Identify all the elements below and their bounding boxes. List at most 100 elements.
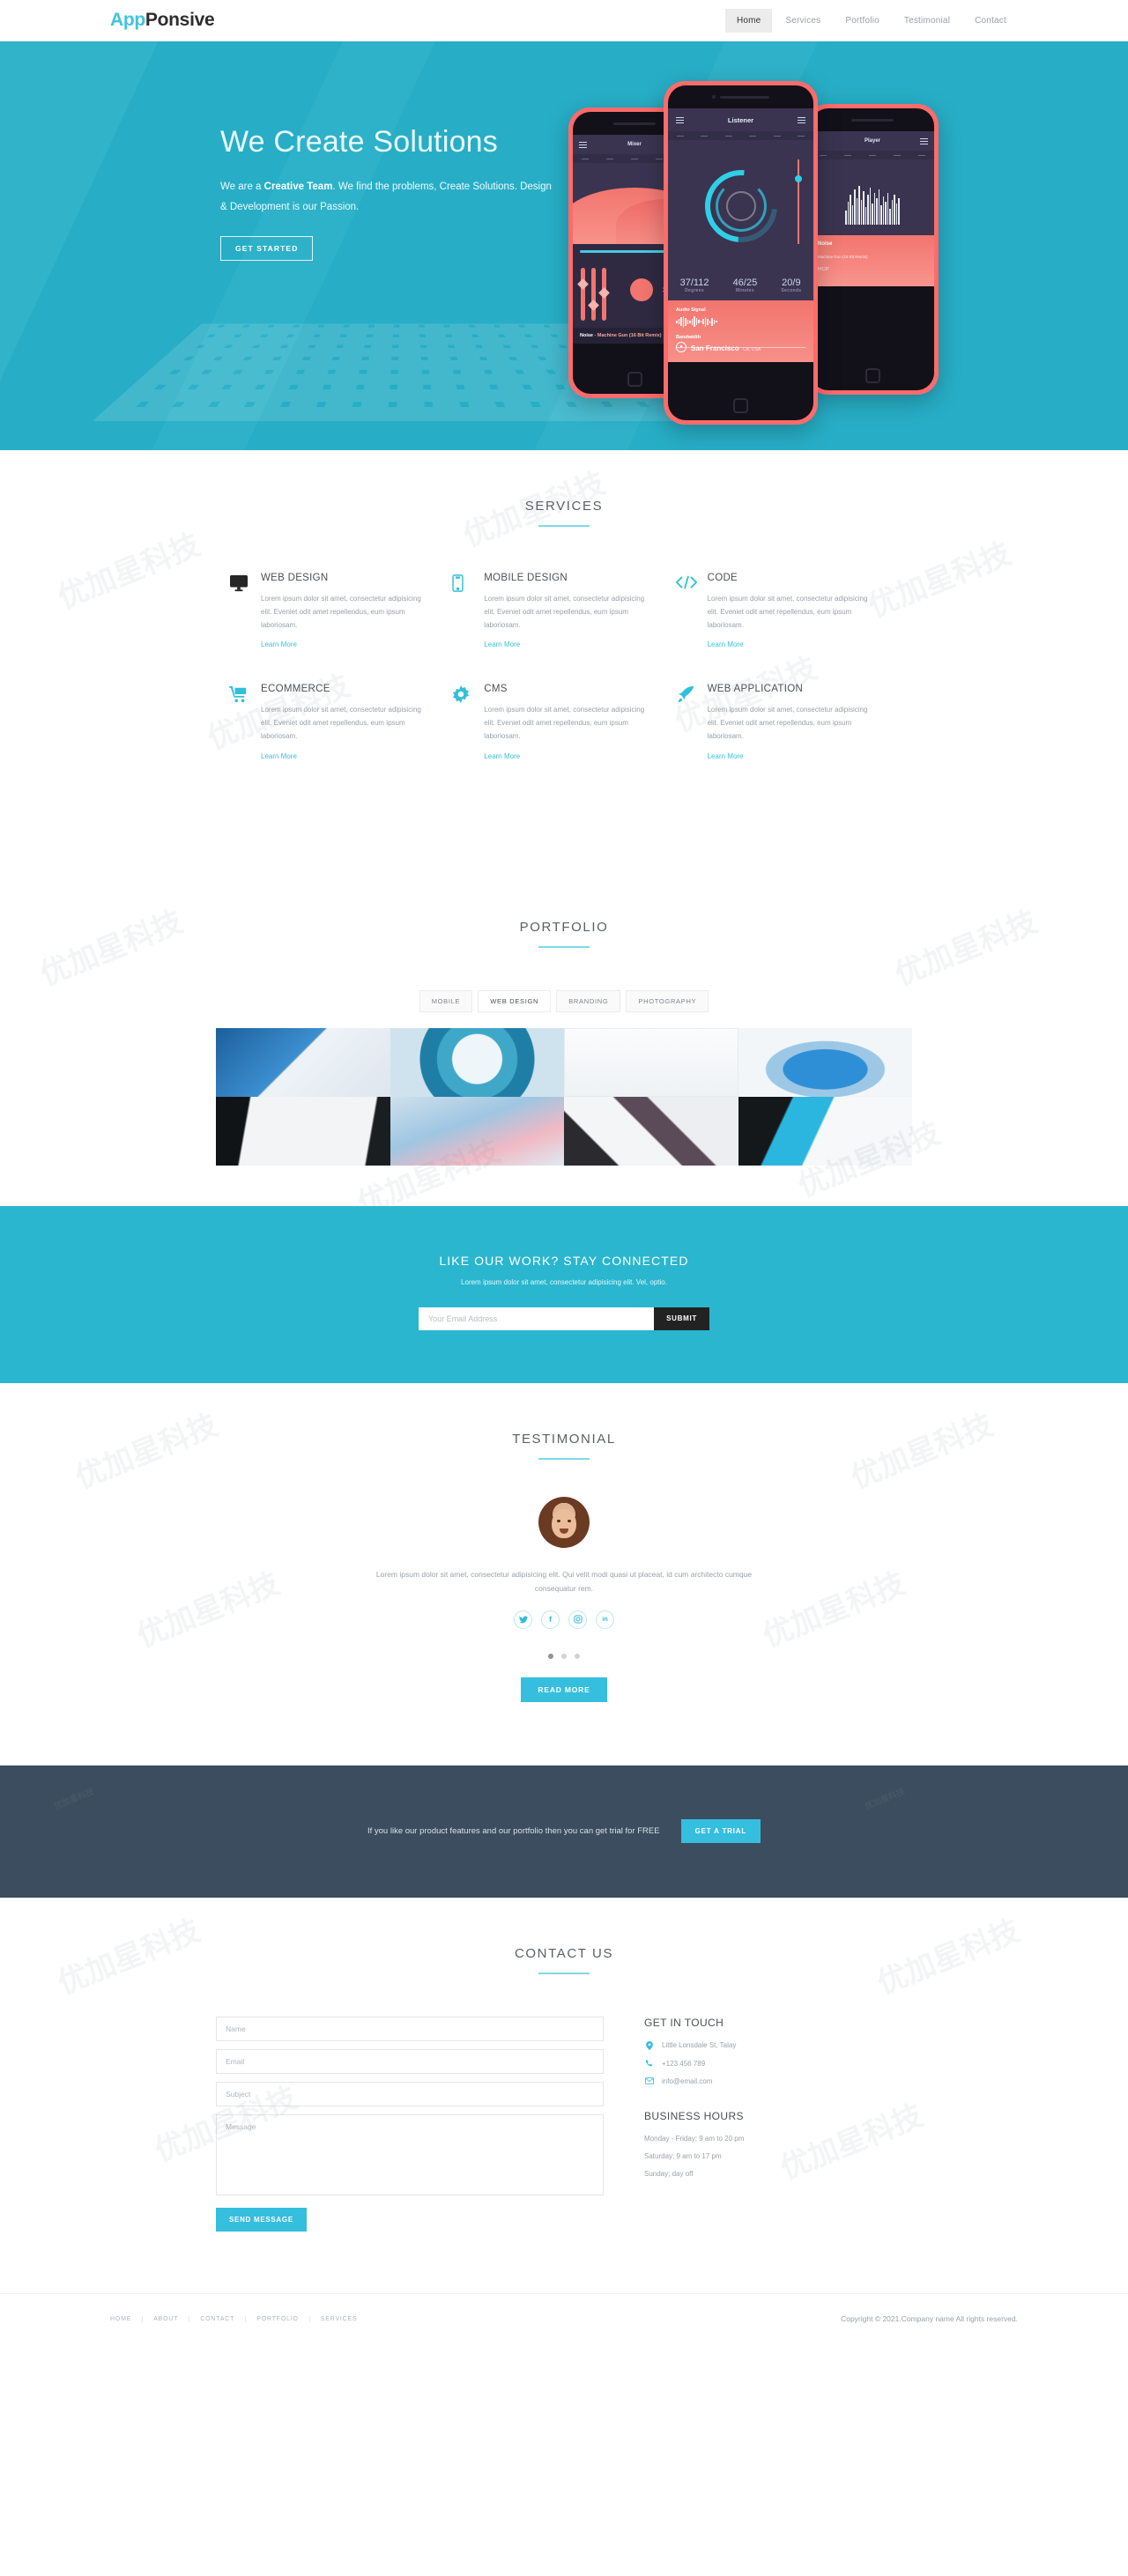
- carousel-dot[interactable]: [575, 1653, 580, 1659]
- site-footer: HOME ABOUT CONTACT PORTFOLIO SERVICES Co…: [0, 2292, 1128, 2344]
- get-started-button[interactable]: GET STARTED: [220, 235, 314, 261]
- instagram-icon[interactable]: [568, 1610, 587, 1629]
- service-card-mobile-design: MOBILE DESIGN Lorem ipsum dolor sit amet…: [452, 573, 675, 651]
- message-textarea[interactable]: [216, 2113, 604, 2195]
- nav-item-testimonial[interactable]: Testimonial: [893, 9, 961, 33]
- service-body: Lorem ipsum dolor sit amet, consectetur …: [261, 706, 421, 740]
- facebook-icon[interactable]: f: [541, 1610, 560, 1629]
- email-input[interactable]: [216, 2048, 604, 2074]
- filter-mobile[interactable]: MOBILE: [419, 989, 473, 1012]
- monitor-icon: [229, 573, 250, 651]
- cart-icon: [229, 684, 250, 762]
- site-logo[interactable]: AppPonsive: [110, 10, 215, 31]
- learn-more-link[interactable]: Learn More: [484, 640, 520, 648]
- stat-label-minutes: Minutes: [735, 288, 754, 293]
- email-input[interactable]: [419, 1307, 655, 1330]
- hours-saturday: Saturday; 9 am to 17 pm: [644, 2151, 722, 2160]
- name-input[interactable]: [216, 2016, 604, 2041]
- phone-left-track-sub: - Machine Gun (16 Bit Remix): [594, 333, 662, 338]
- list-icon: [919, 137, 928, 144]
- service-title: MOBILE DESIGN: [484, 573, 568, 583]
- linkedin-icon[interactable]: in: [596, 1610, 614, 1629]
- service-card-web-application: WEB APPLICATION Lorem ipsum dolor sit am…: [676, 684, 899, 762]
- address-text: Little Lonsdale St, Talay: [662, 2041, 737, 2050]
- learn-more-link[interactable]: Learn More: [484, 752, 520, 760]
- learn-more-link[interactable]: Learn More: [261, 640, 297, 648]
- testimonial-title: TESTIMONIAL: [512, 1431, 616, 1447]
- read-more-button[interactable]: READ MORE: [521, 1677, 607, 1702]
- stat-label-seconds: Seconds: [781, 288, 802, 293]
- footer-link-home[interactable]: HOME: [110, 2315, 144, 2322]
- email-text: info@email.com: [662, 2076, 713, 2085]
- portfolio-item[interactable]: [564, 1096, 738, 1166]
- portfolio-item[interactable]: [216, 1096, 390, 1166]
- learn-more-link[interactable]: Learn More: [708, 752, 744, 760]
- nav-item-portfolio[interactable]: Portfolio: [834, 9, 891, 33]
- section-rule: [538, 1972, 590, 1974]
- testimonial-quote: Lorem ipsum dolor sit amet, consectetur …: [375, 1569, 753, 1594]
- page-root: AppPonsive Home Services Portfolio Testi…: [0, 0, 1128, 2344]
- nav-item-services[interactable]: Services: [774, 9, 832, 33]
- location-pin-icon: ●: [676, 342, 686, 352]
- phone-right-track: Noise: [818, 241, 833, 247]
- contact-info: GET IN TOUCH Little Lonsdale St, Talay +…: [644, 2017, 744, 2232]
- portfolio-item[interactable]: [390, 1027, 564, 1097]
- carousel-dot[interactable]: [561, 1653, 567, 1659]
- filter-branding[interactable]: BRANDING: [556, 989, 621, 1012]
- nav-item-contact[interactable]: Contact: [963, 9, 1018, 33]
- phone-center-city-sub: CA, USA: [743, 347, 761, 352]
- filter-web-design[interactable]: WEB DESIGN: [478, 989, 552, 1012]
- stat-value-degrees: 37/112: [679, 278, 709, 288]
- gear-icon: [452, 684, 473, 762]
- send-message-button[interactable]: SEND MESSAGE: [216, 2207, 307, 2232]
- subject-input[interactable]: [216, 2081, 604, 2106]
- radial-chart: [668, 140, 813, 272]
- get-a-trial-button[interactable]: GET A TRIAL: [680, 1819, 761, 1844]
- portfolio-item[interactable]: [738, 1096, 912, 1166]
- address-line: Little Lonsdale St, Talay: [644, 2040, 744, 2050]
- newsletter-form: SUBMIT: [419, 1307, 709, 1330]
- service-title: ECOMMERCE: [261, 684, 330, 695]
- footer-link-services[interactable]: SERVICES: [310, 2316, 368, 2322]
- services-title: SERVICES: [524, 499, 604, 514]
- service-title: CODE: [707, 573, 738, 583]
- stat-value-minutes: 46/25: [732, 278, 758, 288]
- stat-value-seconds: 20/9: [782, 278, 801, 288]
- contact-form: SEND MESSAGE: [216, 2016, 604, 2232]
- contact-title: CONTACT US: [514, 1945, 614, 1961]
- hero-section: We Create Solutions We are a Creative Te…: [0, 41, 1128, 450]
- footer-link-about[interactable]: ABOUT: [143, 2315, 190, 2322]
- portfolio-item[interactable]: [738, 1027, 912, 1097]
- footer-nav: HOME ABOUT CONTACT PORTFOLIO SERVICES: [110, 2315, 368, 2322]
- section-rule: [538, 945, 590, 948]
- service-body: Lorem ipsum dolor sit amet, consectetur …: [484, 595, 645, 629]
- portfolio-title: PORTFOLIO: [519, 919, 609, 935]
- service-card-web-design: WEB DESIGN Lorem ipsum dolor sit amet, c…: [229, 573, 452, 651]
- envelope-icon: [644, 2077, 654, 2085]
- get-in-touch-title: GET IN TOUCH: [644, 2016, 724, 2029]
- portfolio-section: PORTFOLIO MOBILE WEB DESIGN BRANDING PHO…: [0, 870, 1128, 1206]
- filter-photography[interactable]: PHOTOGRAPHY: [626, 989, 709, 1012]
- hamburger-icon: [676, 116, 684, 123]
- twitter-icon[interactable]: [514, 1610, 532, 1629]
- phone-mockup-right: Player Noise Machine Gun (16 Bit Remix) …: [806, 104, 939, 395]
- phone-mockup-center: Listener 37/112 Degrees 46/25 Minutes 20…: [664, 81, 818, 425]
- logo-app: App: [110, 10, 145, 30]
- portfolio-item[interactable]: [564, 1027, 738, 1097]
- newsletter-section: LIKE OUR WORK? STAY CONNECTED Lorem ipsu…: [0, 1205, 1128, 1383]
- portfolio-item[interactable]: [390, 1096, 564, 1166]
- copyright-text: Copyright © 2021.Company name All rights…: [841, 2314, 1018, 2324]
- learn-more-link[interactable]: Learn More: [261, 752, 297, 760]
- submit-button[interactable]: SUBMIT: [654, 1307, 709, 1330]
- phone-center-app-title: Listener: [727, 115, 754, 124]
- learn-more-link[interactable]: Learn More: [708, 640, 744, 648]
- portfolio-item[interactable]: [216, 1027, 390, 1097]
- carousel-dot[interactable]: [548, 1653, 553, 1659]
- menu-icon: [579, 141, 587, 148]
- phone-right-track-sub: Machine Gun (16 Bit Remix): [818, 255, 868, 259]
- footer-link-contact[interactable]: CONTACT: [189, 2315, 247, 2322]
- portfolio-filters: MOBILE WEB DESIGN BRANDING PHOTOGRAPHY: [0, 989, 1128, 1012]
- footer-link-portfolio[interactable]: PORTFOLIO: [246, 2315, 310, 2322]
- nav-item-home[interactable]: Home: [724, 8, 773, 33]
- audio-signal-label: Audio Signal: [676, 307, 706, 313]
